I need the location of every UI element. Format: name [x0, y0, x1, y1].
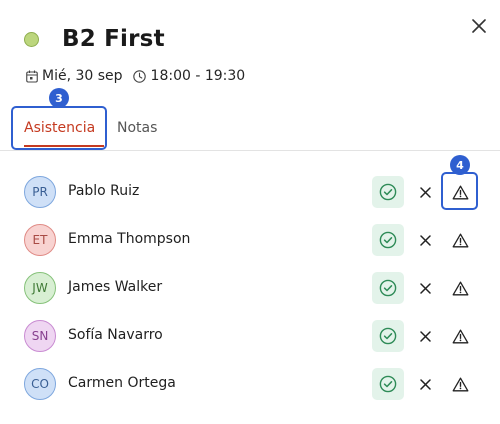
- warning-triangle-icon: [452, 185, 468, 199]
- student-row: ET Emma Thompson: [0, 216, 500, 264]
- x-icon: [419, 282, 431, 294]
- mark-late-button[interactable]: [446, 322, 474, 350]
- clock-icon: [132, 69, 146, 83]
- check-circle-icon: [379, 375, 397, 393]
- x-icon: [419, 330, 431, 342]
- student-name: James Walker: [68, 279, 163, 295]
- student-name: Emma Thompson: [68, 231, 191, 247]
- tab-notas[interactable]: Notas: [117, 120, 157, 136]
- session-meta: Mié, 30 sep 18:00 - 19:30: [26, 68, 245, 84]
- student-row: CO Carmen Ortega: [0, 360, 500, 408]
- close-icon: [472, 19, 486, 33]
- mark-late-button[interactable]: [446, 370, 474, 398]
- student-row: PR Pablo Ruiz: [0, 168, 500, 216]
- mark-late-button[interactable]: [446, 274, 474, 302]
- avatar: CO: [24, 368, 56, 400]
- check-circle-icon: [379, 183, 397, 201]
- mark-present-button[interactable]: [372, 176, 404, 208]
- mark-absent-button[interactable]: [412, 322, 438, 350]
- calendar-icon: [26, 70, 38, 83]
- mark-late-button[interactable]: [446, 226, 474, 254]
- session-date: Mié, 30 sep: [42, 68, 123, 84]
- mark-present-button[interactable]: [372, 224, 404, 256]
- x-icon: [419, 378, 431, 390]
- attendance-list: PR Pablo Ruiz ET Emma Thompson JW James …: [0, 168, 500, 408]
- avatar: PR: [24, 176, 56, 208]
- check-circle-icon: [379, 279, 397, 297]
- active-tab-underline: [24, 145, 104, 147]
- student-name: Sofía Navarro: [68, 327, 163, 343]
- title-row: B2 First: [24, 26, 165, 52]
- mark-absent-button[interactable]: [412, 274, 438, 302]
- avatar: JW: [24, 272, 56, 304]
- avatar: ET: [24, 224, 56, 256]
- mark-late-button[interactable]: [446, 178, 474, 206]
- mark-absent-button[interactable]: [412, 370, 438, 398]
- step-badge-4: 4: [450, 155, 470, 175]
- class-color-dot: [24, 31, 39, 47]
- student-row: JW James Walker: [0, 264, 500, 312]
- session-time: 18:00 - 19:30: [150, 68, 246, 84]
- mark-absent-button[interactable]: [412, 226, 438, 254]
- step-badge-3: 3: [49, 88, 69, 108]
- warning-triangle-icon: [452, 377, 468, 391]
- tabs-divider: [0, 150, 500, 151]
- student-name: Pablo Ruiz: [68, 183, 140, 199]
- x-icon: [419, 186, 431, 198]
- student-name: Carmen Ortega: [68, 375, 176, 391]
- check-circle-icon: [379, 231, 397, 249]
- mark-absent-button[interactable]: [412, 178, 438, 206]
- x-icon: [419, 234, 431, 246]
- warning-triangle-icon: [452, 281, 468, 295]
- mark-present-button[interactable]: [372, 320, 404, 352]
- student-row: SN Sofía Navarro: [0, 312, 500, 360]
- mark-present-button[interactable]: [372, 368, 404, 400]
- warning-triangle-icon: [452, 329, 468, 343]
- tab-asistencia[interactable]: Asistencia: [24, 120, 95, 136]
- avatar: SN: [24, 320, 56, 352]
- mark-present-button[interactable]: [372, 272, 404, 304]
- warning-triangle-icon: [452, 233, 468, 247]
- check-circle-icon: [379, 327, 397, 345]
- close-button[interactable]: [466, 13, 492, 39]
- page-title: B2 First: [62, 26, 165, 52]
